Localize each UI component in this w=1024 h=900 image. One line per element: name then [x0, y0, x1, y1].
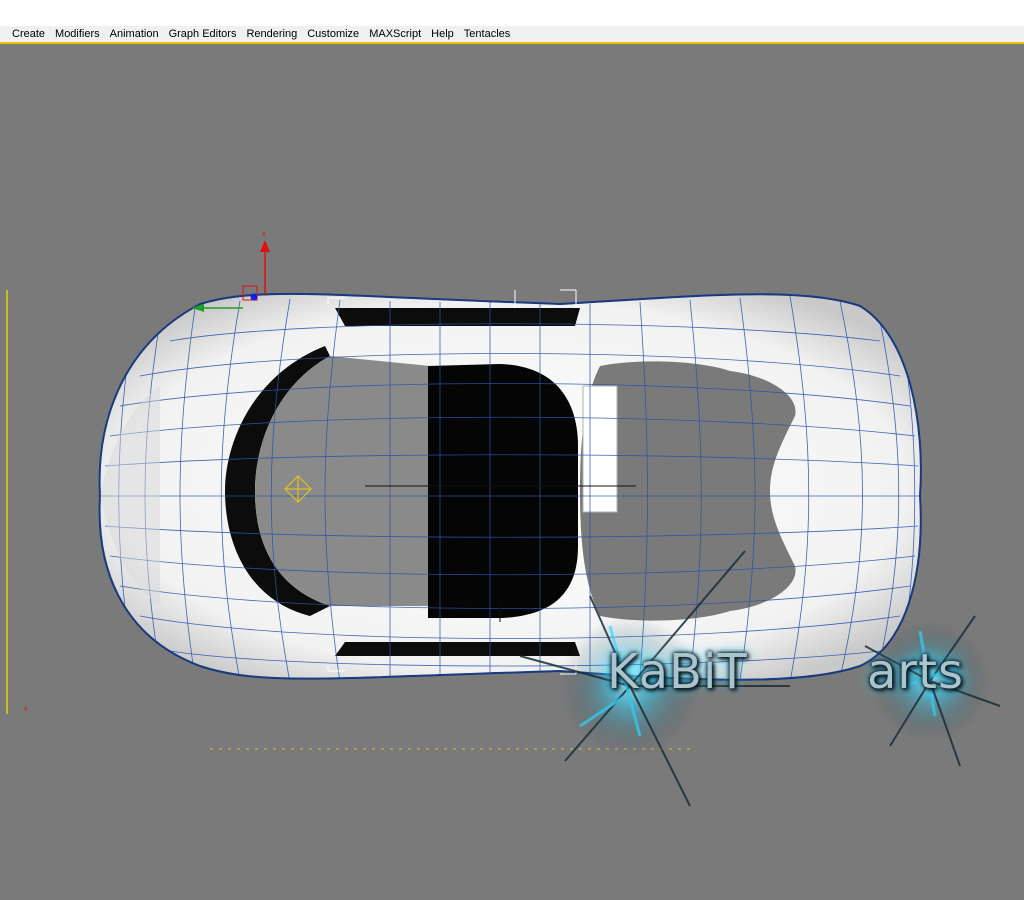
menu-maxscript[interactable]: MAXScript [364, 26, 426, 42]
menu-modifiers[interactable]: Modifiers [50, 26, 105, 42]
car-mesh[interactable] [98, 292, 922, 683]
top-viewport[interactable]: x x KaBiT arts [0, 46, 1024, 900]
menu-rendering[interactable]: Rendering [241, 26, 302, 42]
menu-animation[interactable]: Animation [105, 26, 164, 42]
viewport-canvas[interactable]: x x [0, 46, 1024, 900]
menu-graph-editors[interactable]: Graph Editors [164, 26, 242, 42]
menu-create[interactable]: Create [7, 26, 50, 42]
gizmo-x-label: x [262, 231, 266, 238]
menu-help[interactable]: Help [426, 26, 459, 42]
world-axis-label: x [24, 706, 28, 713]
menu-customize[interactable]: Customize [302, 26, 364, 42]
title-strip [0, 0, 1024, 26]
menu-tentacles[interactable]: Tentacles [459, 26, 515, 42]
menu-bar: Create Modifiers Animation Graph Editors… [0, 26, 1024, 44]
